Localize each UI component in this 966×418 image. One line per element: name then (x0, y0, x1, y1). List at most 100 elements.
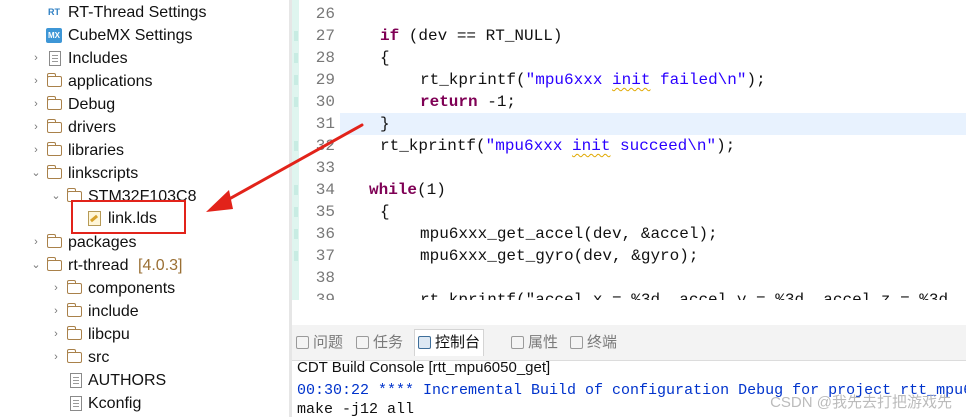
code-line: { (380, 49, 390, 67)
tree-item-label: libcpu (88, 326, 130, 343)
console-output-line: make -j12 all (297, 401, 415, 418)
tree-item-kconfig[interactable]: Kconfig (0, 392, 280, 415)
line-number: 37 (315, 247, 335, 265)
code-line: mpu6xxx_get_gyro(dev, &gyro); (420, 247, 699, 265)
panel-tab-bar: 问题 任务 控制台 属性 终端 (292, 325, 966, 361)
chevron-right-icon[interactable]: › (30, 70, 42, 93)
folder-icon (66, 280, 82, 294)
chevron-right-icon[interactable]: › (50, 346, 62, 369)
chevron-right-icon[interactable]: › (30, 116, 42, 139)
tree-item-label: src (88, 349, 110, 366)
folder-icon (46, 119, 62, 133)
chevron-right-icon[interactable]: › (30, 47, 42, 70)
tasks-icon (356, 336, 369, 349)
tree-item-label: Kconfig (88, 395, 142, 412)
code-line: if (dev == RT_NULL) (380, 27, 563, 45)
tree-item-components[interactable]: › components (0, 277, 280, 300)
chevron-right-icon[interactable]: › (30, 139, 42, 162)
code-line: { (380, 203, 390, 221)
tree-item-includes[interactable]: › Includes (0, 47, 280, 70)
tree-item-label: include (88, 303, 139, 320)
tab-problems[interactable]: 问题 (296, 330, 343, 356)
code-line: return -1; (420, 93, 517, 111)
chevron-right-icon[interactable]: › (30, 231, 42, 254)
folder-icon (46, 142, 62, 156)
folder-icon (66, 303, 82, 317)
current-line-highlight (340, 113, 966, 135)
code-line: rt_kprintf("mpu6xxx init succeed\n"); (380, 137, 736, 155)
line-number: 32 (315, 137, 335, 155)
folder-icon (46, 234, 62, 248)
chevron-down-icon[interactable]: ⌄ (50, 185, 62, 208)
change-marker-bar (292, 0, 299, 300)
project-explorer: RT RT-Thread Settings MX CubeMX Settings… (0, 0, 289, 417)
tree-item-rt-thread[interactable]: ⌄ rt-thread [4.0.3] (0, 254, 280, 277)
tree-item-label: packages (68, 234, 137, 251)
line-number: 38 (315, 269, 335, 287)
tree-item-label: linkscripts (68, 165, 139, 182)
file-icon (70, 373, 82, 388)
code-line: } (380, 115, 390, 133)
code-line: mpu6xxx_get_accel(dev, &accel); (420, 225, 718, 243)
folder-icon (46, 96, 62, 110)
tree-item-drivers[interactable]: › drivers (0, 116, 280, 139)
line-number: 33 (315, 159, 335, 177)
console-title: CDT Build Console [rtt_mpu6050_get] (297, 359, 551, 376)
tree-item-label: drivers (68, 119, 117, 136)
tab-tasks[interactable]: 任务 (356, 330, 403, 356)
code-line: rt_kprintf("mpu6xxx init failed\n"); (420, 71, 766, 89)
code-line: rt_kprintf("accel.x = %3d, accel.y = %3d… (420, 291, 949, 300)
tree-item-label: rt-thread (68, 257, 129, 274)
tree-item-authors[interactable]: AUTHORS (0, 369, 280, 392)
tree-item-label: Debug (68, 96, 116, 113)
folder-icon (46, 165, 62, 179)
tree-item-include[interactable]: › include (0, 300, 280, 323)
tree-item-libcpu[interactable]: › libcpu (0, 323, 280, 346)
tab-terminal[interactable]: 终端 (570, 330, 617, 356)
line-number: 29 (315, 71, 335, 89)
line-number: 26 (315, 5, 335, 23)
folder-icon (46, 73, 62, 87)
line-number: 28 (315, 49, 335, 67)
tree-item-label: RT-Thread Settings (68, 4, 207, 21)
line-number: 30 (315, 93, 335, 111)
tree-item-label: Includes (68, 50, 128, 67)
tree-item-libraries[interactable]: › libraries (0, 139, 280, 162)
cubemx-icon: MX (46, 28, 62, 43)
tree-item-applications[interactable]: › applications (0, 70, 280, 93)
version-label: [4.0.3] (138, 257, 183, 274)
chevron-down-icon[interactable]: ⌄ (30, 162, 42, 185)
line-number: 31 (315, 115, 335, 133)
chevron-right-icon[interactable]: › (30, 93, 42, 116)
console-icon (418, 336, 431, 349)
tab-console[interactable]: 控制台 (414, 329, 485, 356)
chevron-down-icon[interactable]: ⌄ (30, 254, 42, 277)
includes-icon (49, 51, 61, 66)
tree-item-label: components (88, 280, 176, 297)
tree-item-src[interactable]: › src (0, 346, 280, 369)
line-number: 34 (315, 181, 335, 199)
tree-item-label: libraries (68, 142, 125, 159)
code-editor[interactable]: 26 27 28 29 30 31 32 33 34 35 36 37 38 3… (292, 0, 966, 300)
tree-item-debug[interactable]: › Debug (0, 93, 280, 116)
tree-item-cubemx-settings[interactable]: MX CubeMX Settings (0, 24, 280, 47)
chevron-right-icon[interactable]: › (50, 300, 62, 323)
rt-thread-icon: RT (48, 7, 60, 17)
highlight-box (71, 200, 186, 234)
tree-item-linkscripts[interactable]: ⌄ linkscripts (0, 162, 280, 185)
terminal-icon (570, 336, 583, 349)
folder-icon (46, 257, 62, 271)
line-number: 27 (315, 27, 335, 45)
line-number: 39 (315, 291, 335, 300)
tree-item-rt-thread-settings[interactable]: RT RT-Thread Settings (0, 1, 280, 24)
tree-item-label: CubeMX Settings (68, 27, 193, 44)
tree-item-packages[interactable]: › packages (0, 231, 280, 254)
line-number: 35 (315, 203, 335, 221)
chevron-right-icon[interactable]: › (50, 277, 62, 300)
file-icon (70, 396, 82, 411)
tab-properties[interactable]: 属性 (511, 330, 558, 356)
properties-icon (511, 336, 524, 349)
tree-item-label: applications (68, 73, 153, 90)
chevron-right-icon[interactable]: › (50, 323, 62, 346)
folder-icon (66, 349, 82, 363)
